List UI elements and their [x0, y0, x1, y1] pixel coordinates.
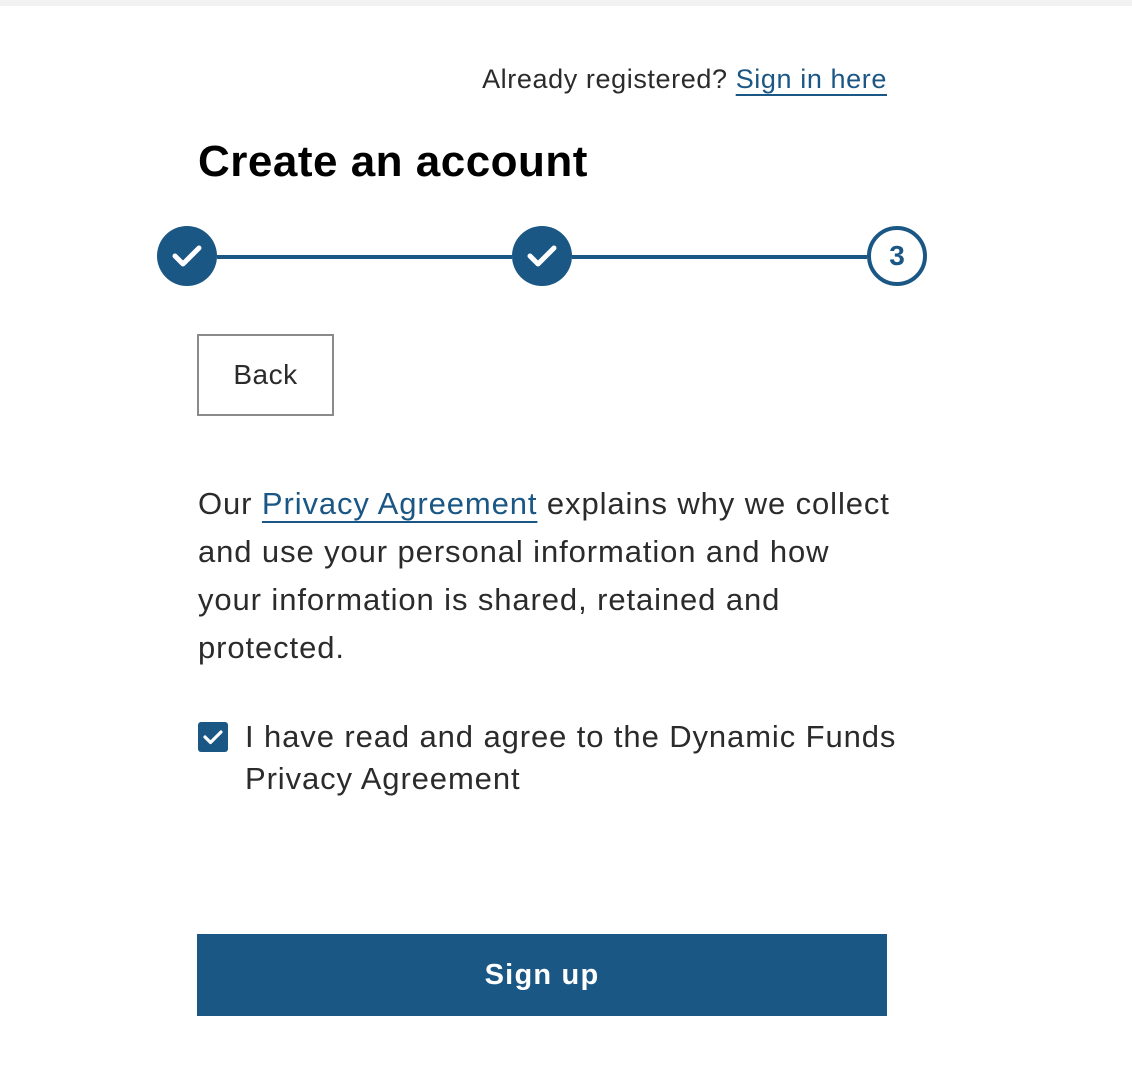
back-button[interactable]: Back — [197, 334, 334, 416]
checkmark-icon — [203, 730, 223, 745]
privacy-prefix: Our — [198, 486, 253, 521]
page-title: Create an account — [198, 137, 588, 186]
privacy-agreement-link[interactable]: Privacy Agreement — [262, 486, 537, 521]
stepper-connector-1 — [217, 255, 512, 259]
progress-stepper: 3 — [157, 226, 927, 286]
sign-up-button[interactable]: Sign up — [197, 934, 887, 1016]
stepper-connector-2 — [572, 255, 867, 259]
top-strip — [0, 0, 1132, 6]
already-registered-text: Already registered? — [482, 64, 728, 94]
sign-in-link[interactable]: Sign in here — [736, 64, 887, 94]
step-3-current: 3 — [867, 226, 927, 286]
check-icon — [527, 245, 557, 267]
signin-prompt: Already registered? Sign in here — [198, 60, 887, 98]
check-icon — [172, 245, 202, 267]
privacy-consent-checkbox[interactable] — [198, 722, 228, 752]
privacy-consent-label[interactable]: I have read and agree to the Dynamic Fun… — [245, 716, 905, 800]
step-3-number: 3 — [889, 240, 905, 271]
privacy-statement: Our Privacy Agreement explains why we co… — [198, 480, 898, 672]
step-1-complete — [157, 226, 217, 286]
step-2-complete — [512, 226, 572, 286]
